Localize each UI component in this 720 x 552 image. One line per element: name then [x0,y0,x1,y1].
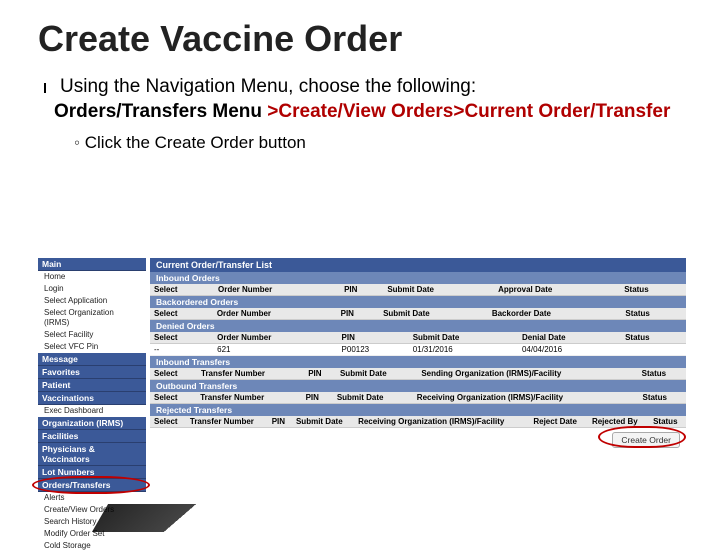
sidebar-item[interactable]: Login [38,283,146,295]
column-header: Transfer Number [186,416,268,428]
page-title: Create Vaccine Order [0,0,720,70]
data-table: SelectTransfer NumberPINSubmit DateRecei… [150,392,686,404]
create-order-button[interactable]: Create Order [612,432,680,448]
column-header: Order Number [213,332,337,344]
column-header: Submit Date [292,416,354,428]
sidebar-item[interactable]: Select Application [38,295,146,307]
sidebar-section[interactable]: Patient [38,379,146,392]
nav-path-menu: Orders/Transfers Menu [54,101,267,122]
column-header: Submit Date [336,368,417,380]
table-cell: 621 [213,344,337,356]
data-table: SelectTransfer NumberPINSubmit DateRecei… [150,416,686,428]
data-table: SelectOrder NumberPINSubmit DateBackorde… [150,308,686,320]
nav-path-steps: >Create/View Orders>Current Order/Transf… [267,101,670,122]
sidebar-section[interactable]: Facilities [38,430,146,443]
table-cell: 04/04/2016 [518,344,621,356]
sidebar-item[interactable]: Home [38,271,146,283]
column-header: PIN [340,284,383,296]
column-header: Reject Date [529,416,588,428]
sidebar-item[interactable]: Alerts [38,492,146,504]
create-button-row: Create Order [150,428,686,452]
column-header: Submit Date [383,284,494,296]
panel-title: Current Order/Transfer List [150,258,686,272]
column-header: Approval Date [494,284,620,296]
sidebar-section[interactable]: Orders/Transfers [38,479,146,492]
section-bar: Outbound Transfers [150,380,686,392]
table-cell: P00123 [338,344,409,356]
column-header: Select [150,332,213,344]
column-header: Select [150,308,213,320]
sidebar-item[interactable]: Select VFC Pin [38,341,146,353]
column-header: PIN [338,332,409,344]
column-header: Submit Date [409,332,518,344]
column-header: Order Number [214,284,340,296]
data-table: SelectOrder NumberPINSubmit DateDenial D… [150,332,686,356]
sidebar-section[interactable]: Vaccinations [38,392,146,405]
column-header: Status [621,332,686,344]
data-table: SelectOrder NumberPINSubmit DateApproval… [150,284,686,296]
section-bar: Inbound Transfers [150,356,686,368]
sidebar-item[interactable]: Select Facility [38,329,146,341]
bullet-nav-instruction: Using the Navigation Menu, choose the fo… [60,76,682,98]
column-header: Transfer Number [196,392,301,404]
column-header: Rejected By [588,416,649,428]
main-panel: Current Order/Transfer List Inbound Orde… [150,258,686,452]
table-cell: 01/31/2016 [409,344,518,356]
sidebar-item[interactable]: Select Organization (IRMS) [38,307,146,329]
column-header: Select [150,416,186,428]
bullet-click-create: Click the Create Order button [74,133,682,153]
sidebar-section[interactable]: Message [38,353,146,366]
table-cell: -- [150,344,213,356]
column-header: Sending Organization (IRMS)/Facility [417,368,637,380]
column-header: Select [150,284,214,296]
sidebar-section[interactable]: Main [38,258,146,271]
column-header: Status [638,392,686,404]
column-header: Backorder Date [488,308,622,320]
highlight-orders-transfers [32,476,150,494]
section-bar: Denied Orders [150,320,686,332]
column-header: Submit Date [333,392,413,404]
column-header: Status [621,308,686,320]
column-header: PIN [268,416,292,428]
column-header: PIN [337,308,379,320]
column-header: Receiving Organization (IRMS)/Facility [413,392,639,404]
sidebar-section[interactable]: Favorites [38,366,146,379]
section-bar: Rejected Transfers [150,404,686,416]
column-header: PIN [302,392,333,404]
column-header: Status [638,368,686,380]
column-header: Submit Date [379,308,488,320]
section-bar: Backordered Orders [150,296,686,308]
column-header: PIN [304,368,336,380]
data-table: SelectTransfer NumberPINSubmit DateSendi… [150,368,686,380]
sidebar-section[interactable]: Lot Numbers [38,466,146,479]
sidebar-section[interactable]: Organization (IRMS) [38,417,146,430]
column-header: Status [620,284,686,296]
table-row[interactable]: --621P0012301/31/201604/04/2016 [150,344,686,356]
sidebar-item[interactable]: Cold Storage [38,540,146,552]
footer-decoration [92,504,268,532]
column-header: Select [150,392,196,404]
column-header: Status [649,416,686,428]
nav-path: Orders/Transfers Menu >Create/View Order… [54,100,682,125]
column-header: Transfer Number [197,368,304,380]
section-bar: Inbound Orders [150,272,686,284]
column-header: Receiving Organization (IRMS)/Facility [354,416,529,428]
app-screenshot: MainHomeLoginSelect ApplicationSelect Or… [38,258,686,498]
bullet-list: Using the Navigation Menu, choose the fo… [0,70,720,153]
column-header: Denial Date [518,332,621,344]
table-cell [621,344,686,356]
column-header: Select [150,368,197,380]
column-header: Order Number [213,308,337,320]
sidebar-section[interactable]: Physicians & Vaccinators [38,443,146,466]
sidebar-item[interactable]: Exec Dashboard [38,405,146,417]
